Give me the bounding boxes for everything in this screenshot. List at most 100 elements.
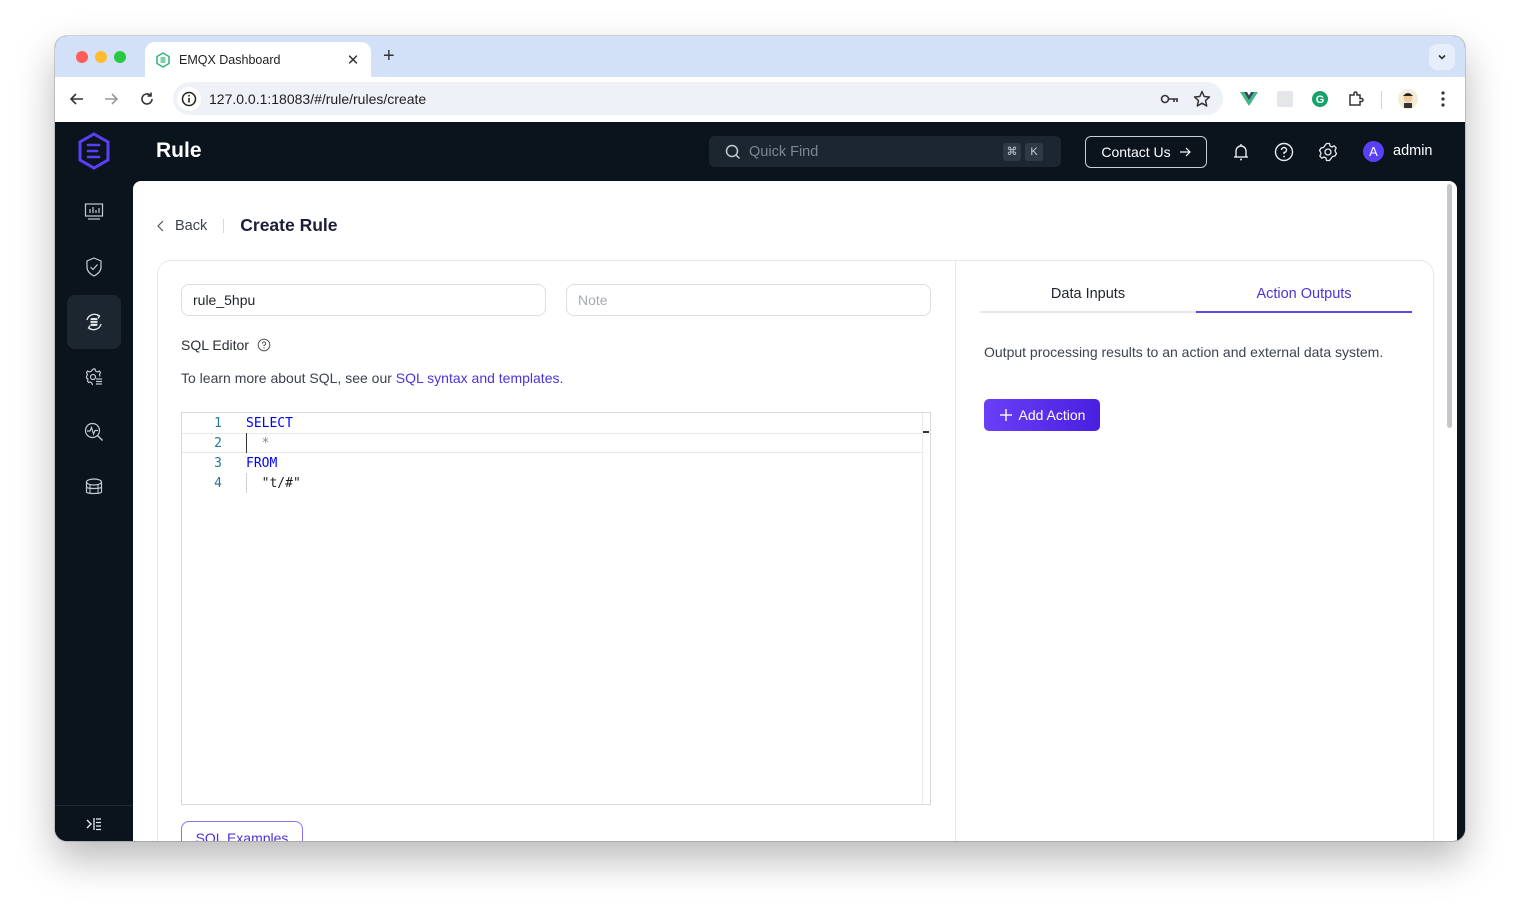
page-title: Rule — [156, 139, 202, 162]
code-text: SELECT — [246, 415, 293, 431]
sidebar-item-dashboard[interactable] — [67, 185, 121, 239]
chevron-left-icon — [157, 220, 164, 231]
extension-placeholder-icon[interactable] — [1275, 89, 1295, 109]
rule-name-field[interactable] — [181, 284, 546, 316]
emqx-logo-icon[interactable] — [77, 132, 111, 170]
sidebar — [55, 122, 133, 841]
contact-us-label: Contact Us — [1101, 144, 1171, 160]
sidebar-item-extensions[interactable] — [67, 460, 121, 514]
line-number: 1 — [214, 415, 222, 431]
help-button[interactable] — [1273, 141, 1295, 163]
sql-editor-label: SQL Editor — [181, 337, 271, 353]
profile-avatar[interactable] — [1398, 89, 1418, 109]
bell-icon — [1234, 144, 1248, 161]
line-number: 4 — [214, 475, 222, 491]
code-line[interactable]: 4 "t/#" — [182, 473, 924, 493]
sidebar-item-access-control[interactable] — [67, 240, 121, 294]
browser-toolbar: 127.0.0.1:18083/#/rule/rules/create G — [55, 77, 1465, 122]
panel-divider — [955, 261, 956, 841]
toolbar-divider — [1381, 91, 1382, 109]
arrow-right-icon — [105, 93, 119, 105]
username[interactable]: admin — [1393, 143, 1433, 159]
close-tab-icon[interactable]: ✕ — [345, 51, 361, 69]
user-avatar[interactable]: A — [1363, 141, 1384, 162]
question-circle-icon — [1274, 142, 1294, 162]
sql-examples-button[interactable]: SQL Examples — [181, 821, 303, 841]
grammarly-extension-icon[interactable]: G — [1310, 89, 1330, 109]
back-button[interactable]: Back — [157, 218, 207, 234]
new-tab-button[interactable]: + — [383, 45, 395, 68]
bookmark-star-icon[interactable] — [1191, 88, 1213, 110]
output-tabs: Data Inputs Action Outputs — [980, 281, 1412, 313]
rule-engine-icon — [86, 313, 102, 331]
reload-icon — [141, 92, 153, 105]
contact-us-button[interactable]: Contact Us — [1085, 136, 1207, 168]
code-line[interactable]: 3 FROM — [182, 453, 924, 473]
editor-scrollbar[interactable] — [922, 413, 930, 804]
plus-icon — [999, 409, 1012, 421]
forward-nav-button[interactable] — [101, 89, 121, 109]
sidebar-item-diagnose[interactable] — [67, 405, 121, 459]
reload-button[interactable] — [137, 89, 157, 109]
page-scrollbar[interactable] — [1447, 184, 1452, 428]
layers-icon — [85, 478, 103, 495]
sql-editor-label-text: SQL Editor — [181, 337, 249, 353]
close-window-button[interactable] — [76, 51, 88, 63]
vue-devtools-extension-icon[interactable] — [1239, 89, 1259, 109]
gear-icon — [1318, 142, 1338, 162]
rule-name-input[interactable] — [193, 292, 545, 308]
minimize-window-button[interactable] — [95, 51, 107, 63]
code-text: "t/#" — [246, 475, 301, 491]
chevron-down-icon — [1438, 54, 1446, 60]
notifications-button[interactable] — [1230, 141, 1252, 163]
sidebar-item-management[interactable] — [67, 350, 121, 404]
search-icon — [725, 144, 741, 159]
expand-menu-icon — [86, 817, 101, 830]
quick-find-input[interactable]: Quick Find ⌘ K — [709, 136, 1061, 167]
sidebar-collapse-button[interactable] — [55, 805, 133, 841]
sidebar-item-integration[interactable] — [67, 295, 121, 349]
url-text[interactable]: 127.0.0.1:18083/#/rule/rules/create — [209, 91, 1159, 107]
browser-menu-icon[interactable] — [1433, 89, 1453, 109]
emqx-app: Rule Quick Find ⌘ K Contact Us A admin B… — [55, 122, 1465, 841]
emqx-favicon-icon — [155, 51, 171, 68]
back-label: Back — [175, 217, 208, 234]
note-input[interactable] — [578, 292, 930, 308]
add-action-label: Add Action — [1018, 407, 1086, 423]
browser-tab[interactable]: EMQX Dashboard ✕ — [145, 42, 371, 77]
page-heading: Create Rule — [240, 215, 338, 235]
pulse-search-icon — [84, 422, 103, 441]
line-number: 3 — [214, 455, 222, 471]
shortcut-cmd-key: ⌘ — [1003, 142, 1021, 161]
address-bar[interactable]: 127.0.0.1:18083/#/rule/rules/create — [173, 82, 1223, 115]
tab-title: EMQX Dashboard — [179, 52, 281, 67]
help-circle-icon[interactable] — [257, 338, 271, 352]
settings-button[interactable] — [1317, 141, 1339, 163]
sql-code-editor[interactable]: 1 SELECT 2 * 3 FROM 4 "t/#" — [181, 412, 931, 805]
sql-syntax-link[interactable]: SQL syntax and templates. — [396, 370, 564, 386]
code-text: * — [246, 435, 270, 451]
maximize-window-button[interactable] — [114, 51, 126, 63]
breadcrumb: Back Create Rule — [157, 215, 338, 236]
breadcrumb-divider — [223, 218, 225, 233]
tab-action-outputs[interactable]: Action Outputs — [1196, 281, 1412, 313]
code-line[interactable]: 2 * — [182, 433, 924, 453]
tab-data-inputs[interactable]: Data Inputs — [980, 281, 1196, 311]
back-nav-button[interactable] — [67, 89, 87, 109]
sql-help-text: To learn more about SQL, see our SQL syn… — [181, 370, 563, 386]
tab-search-button[interactable] — [1429, 44, 1455, 70]
note-field[interactable] — [566, 284, 931, 316]
browser-window: EMQX Dashboard ✕ + 127.0.0.1:18083/#/rul… — [55, 36, 1465, 841]
extensions-puzzle-icon[interactable] — [1346, 89, 1366, 109]
tab-strip: EMQX Dashboard ✕ + — [55, 36, 1465, 77]
code-line[interactable]: 1 SELECT — [182, 413, 924, 433]
rule-form-card: SQL Editor To learn more about SQL, see … — [157, 260, 1434, 841]
site-info-icon[interactable] — [177, 86, 201, 111]
gear-list-icon — [85, 368, 102, 386]
password-key-icon[interactable] — [1159, 88, 1181, 110]
arrow-left-icon — [69, 93, 83, 105]
shield-check-icon — [86, 257, 102, 277]
shortcut-k-key: K — [1025, 142, 1043, 161]
overview-ruler-cursor — [923, 431, 929, 433]
add-action-button[interactable]: Add Action — [984, 399, 1100, 431]
